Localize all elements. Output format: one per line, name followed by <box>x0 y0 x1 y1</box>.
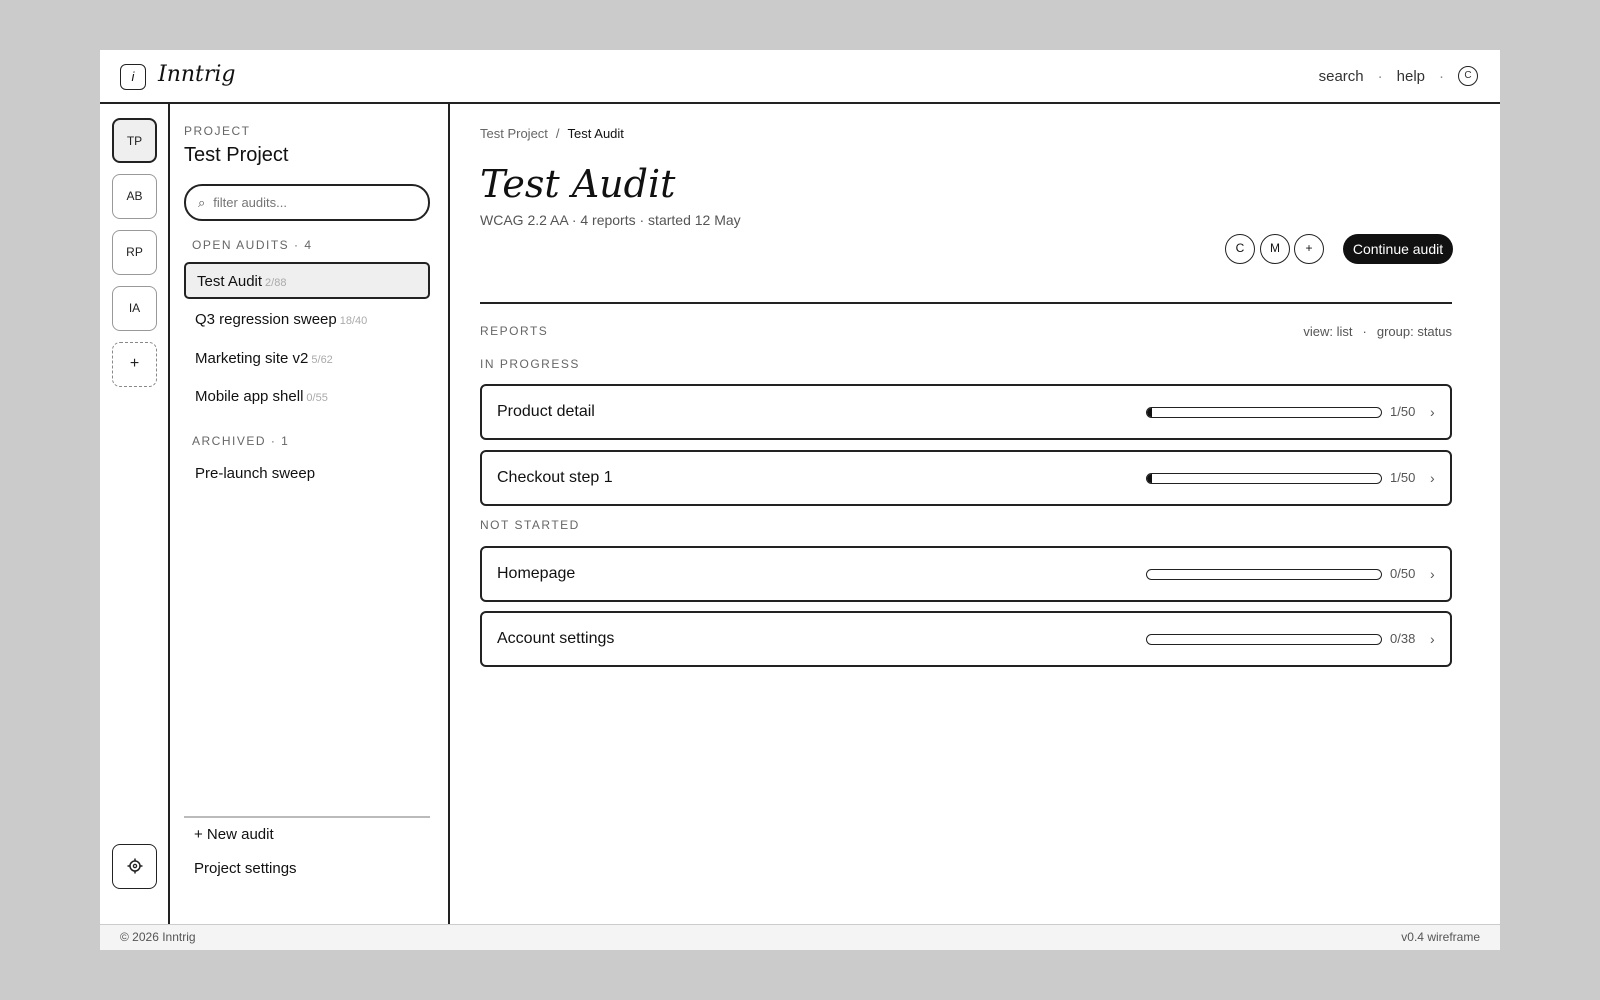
page-subtitle: WCAG 2.2 AA · 4 reports · started 12 May <box>480 212 741 228</box>
view-toggle[interactable]: view: list <box>1303 324 1352 339</box>
add-project-button[interactable]: + <box>112 342 157 387</box>
audit-count: 5/62 <box>311 354 333 366</box>
chevron-right-icon: › <box>1430 566 1435 582</box>
separator: · <box>1362 324 1367 339</box>
audit-item[interactable]: Q3 regression sweep 18/40 <box>184 302 430 339</box>
separator: · <box>1439 67 1444 85</box>
report-name: Homepage <box>497 565 576 582</box>
project-name: Test Project <box>184 144 289 166</box>
report-count: 0/50 <box>1390 566 1416 581</box>
report-name: Checkout step 1 <box>497 469 613 486</box>
user-avatar[interactable]: C <box>1458 66 1478 86</box>
rail-project-rp[interactable]: RP <box>112 230 157 275</box>
page-title: Test Audit <box>480 162 676 206</box>
view-options: view: list · group: status <box>1303 324 1452 339</box>
reports-label: REPORTS <box>480 324 549 338</box>
main-panel: Test Project / Test Audit Test Audit WCA… <box>450 104 1500 924</box>
report-name: Product detail <box>497 403 595 420</box>
audit-count: 2/88 <box>265 277 287 289</box>
separator: · <box>1377 67 1383 85</box>
report-card[interactable]: Checkout step 1 1/50 › <box>480 450 1452 506</box>
archived-label: ARCHIVED · 1 <box>192 434 290 448</box>
audit-item[interactable]: Test Audit 2/88 <box>184 262 430 299</box>
audit-count: 18/40 <box>339 315 368 327</box>
progress-bar <box>1146 407 1382 418</box>
version-label: v0.4 wireframe <box>1401 930 1480 944</box>
progress-fill <box>1147 408 1152 417</box>
progress-bar <box>1146 569 1382 580</box>
audit-name: Pre-launch sweep <box>195 465 316 482</box>
project-eyebrow: PROJECT <box>184 124 251 138</box>
group-label-not-started: NOT STARTED <box>480 518 580 532</box>
breadcrumb-parent[interactable]: Test Project <box>480 126 548 141</box>
report-card[interactable]: Account settings 0/38 › <box>480 611 1452 667</box>
sidebar-divider <box>184 816 430 818</box>
progress-fill <box>1147 474 1152 483</box>
footer: © 2026 Inntrig v0.4 wireframe <box>100 924 1500 950</box>
app-window: i Inntrig search · help · C TP AB RP IA … <box>100 50 1500 950</box>
audit-name: Q3 regression sweep <box>195 311 337 328</box>
breadcrumb-current: Test Audit <box>567 126 624 141</box>
top-bar: i Inntrig search · help · C <box>100 50 1500 104</box>
group-label-in-progress: IN PROGRESS <box>480 357 580 371</box>
archived-audit-item[interactable]: Pre-launch sweep <box>184 456 430 493</box>
search-icon: ⌕ <box>198 194 206 210</box>
audit-item[interactable]: Marketing site v2 5/62 <box>184 341 430 378</box>
add-collaborator-button[interactable]: + <box>1294 234 1324 264</box>
filter-box[interactable]: ⌕ <box>184 184 430 221</box>
audit-name: Mobile app shell <box>195 388 304 405</box>
gear-icon[interactable] <box>112 844 157 889</box>
audit-sidebar: PROJECT Test Project ⌕ OPEN AUDITS · 4 T… <box>170 104 450 924</box>
top-nav: search · help · C <box>1319 66 1478 86</box>
audit-name: Test Audit <box>197 273 263 290</box>
collaborator-avatar[interactable]: C <box>1225 234 1255 264</box>
audit-name: Marketing site v2 <box>195 350 309 367</box>
chevron-right-icon: › <box>1430 404 1435 420</box>
report-card[interactable]: Homepage 0/50 › <box>480 546 1452 602</box>
progress-bar <box>1146 634 1382 645</box>
title-divider <box>480 302 1452 304</box>
collaborator-avatar[interactable]: M <box>1260 234 1290 264</box>
copyright: © 2026 Inntrig <box>120 930 196 944</box>
rail-project-ia[interactable]: IA <box>112 286 157 331</box>
breadcrumb-separator: / <box>555 126 560 141</box>
group-toggle[interactable]: group: status <box>1377 324 1452 339</box>
rail-project-ab[interactable]: AB <box>112 174 157 219</box>
app-name: Inntrig <box>158 62 236 87</box>
report-name: Account settings <box>497 630 615 647</box>
breadcrumb: Test Project / Test Audit <box>480 126 624 141</box>
report-count: 1/50 <box>1390 404 1416 419</box>
new-audit-button[interactable]: + New audit <box>194 826 274 843</box>
help-link[interactable]: help <box>1397 68 1425 85</box>
logo-icon: i <box>120 64 146 90</box>
rail-project-tp[interactable]: TP <box>112 118 157 163</box>
progress-bar <box>1146 473 1382 484</box>
report-card[interactable]: Product detail 1/50 › <box>480 384 1452 440</box>
open-audits-label: OPEN AUDITS · 4 <box>192 238 313 252</box>
report-count: 0/38 <box>1390 631 1416 646</box>
project-rail: TP AB RP IA + <box>100 104 170 924</box>
filter-input[interactable] <box>211 194 416 211</box>
search-link[interactable]: search <box>1319 68 1364 85</box>
continue-audit-button[interactable]: Continue audit <box>1343 234 1453 264</box>
chevron-right-icon: › <box>1430 470 1435 486</box>
chevron-right-icon: › <box>1430 631 1435 647</box>
audit-count: 0/55 <box>306 392 328 404</box>
report-count: 1/50 <box>1390 470 1416 485</box>
audit-item[interactable]: Mobile app shell 0/55 <box>184 379 430 416</box>
project-settings-link[interactable]: Project settings <box>194 860 297 877</box>
